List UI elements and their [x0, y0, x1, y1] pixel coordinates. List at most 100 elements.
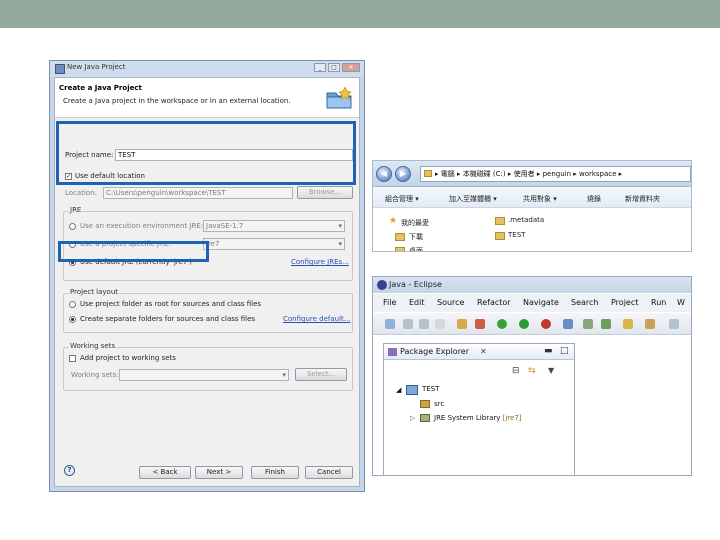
finish-button[interactable]: Finish: [251, 466, 299, 479]
menu-edit[interactable]: Edit: [409, 298, 425, 307]
menu-refactor[interactable]: Refactor: [477, 298, 511, 307]
java-project-icon: [406, 385, 418, 395]
window-controls: _ □ ✕: [314, 63, 360, 72]
save-all-icon[interactable]: [419, 319, 429, 329]
open-type-icon[interactable]: [623, 319, 633, 329]
wizard-description: Create a Java project in the workspace o…: [63, 97, 291, 105]
separate-folders-radio[interactable]: [69, 316, 76, 323]
favorites-item[interactable]: 下載: [409, 232, 423, 242]
link-with-editor-icon[interactable]: ⇆: [528, 366, 536, 376]
working-sets-group-title: Working sets: [69, 342, 117, 350]
save-icon[interactable]: [403, 319, 413, 329]
print-icon[interactable]: [435, 319, 445, 329]
single-folder-radio[interactable]: [69, 301, 76, 308]
folder-icon: [495, 232, 505, 240]
default-jre-highlight: [58, 241, 209, 262]
working-sets-select[interactable]: [119, 369, 289, 381]
project-layout-group: [63, 293, 353, 333]
package-explorer-tab[interactable]: Package Explorer ✕ ▬ □: [384, 344, 574, 360]
back-arrow-icon[interactable]: ◀: [376, 166, 392, 182]
back-button[interactable]: < Back: [139, 466, 191, 479]
jre-version-label: [jre7]: [502, 414, 522, 422]
minimize-view-icon[interactable]: ▬: [544, 346, 553, 356]
debug-run-icon[interactable]: [497, 319, 507, 329]
tree-expander-icon[interactable]: ◢: [396, 386, 401, 394]
burn-button[interactable]: 燒錄: [587, 194, 601, 204]
view-menu-icon[interactable]: ▼: [548, 366, 554, 375]
slide: New Java Project _ □ ✕ Create a Java Pro…: [0, 0, 720, 540]
new-java-project-icon[interactable]: [563, 319, 573, 329]
skip-icon[interactable]: [475, 319, 485, 329]
exec-env-select[interactable]: JavaSE-1.7: [203, 220, 345, 232]
share-with-menu[interactable]: 共用對象 ▾: [523, 194, 557, 204]
menu-run[interactable]: Run: [651, 298, 666, 307]
external-tools-icon[interactable]: [541, 319, 551, 329]
maximize-view-icon[interactable]: □: [560, 346, 569, 356]
eclipse-menubar: File Edit Source Refactor Navigate Searc…: [373, 294, 691, 312]
collapse-all-icon[interactable]: ⊟: [512, 366, 520, 376]
wizard-title: Create a Java Project: [59, 84, 142, 92]
location-label: Location:: [65, 189, 97, 197]
menu-window[interactable]: W: [677, 298, 685, 307]
debug-icon[interactable]: [457, 319, 467, 329]
project-specific-jre-select[interactable]: jre7: [203, 238, 345, 250]
wizard-header: Create a Java Project Create a Java proj…: [55, 78, 359, 118]
minimize-button[interactable]: _: [314, 63, 326, 72]
package-explorer-icon: [388, 348, 397, 356]
select-working-sets-button[interactable]: Select...: [295, 368, 347, 381]
project-layout-group-title: Project layout: [69, 288, 120, 296]
favorites-item[interactable]: 我的最愛: [401, 218, 429, 228]
package-explorer-view: Package Explorer ✕ ▬ □ ⊟ ⇆ ▼ ◢ TEST src …: [383, 343, 575, 475]
cancel-button[interactable]: Cancel: [305, 466, 353, 479]
separate-folders-label: Create separate folders for sources and …: [80, 315, 256, 323]
tree-item-jre-library[interactable]: JRE System Library [jre7]: [434, 414, 522, 422]
configure-default-link[interactable]: Configure default...: [283, 315, 350, 323]
exec-env-label: Use an execution environment JRE:: [80, 222, 204, 230]
new-folder-button[interactable]: 新增資料夾: [625, 194, 660, 204]
eclipse-toolbar: [373, 313, 691, 335]
new-class-icon[interactable]: [601, 319, 611, 329]
exec-env-radio[interactable]: [69, 223, 76, 230]
folder-icon: [495, 217, 505, 225]
add-to-working-sets-checkbox[interactable]: [69, 355, 76, 362]
menu-navigate[interactable]: Navigate: [523, 298, 559, 307]
search-icon[interactable]: [645, 319, 655, 329]
dialog-titlebar: New Java Project _ □ ✕: [50, 61, 364, 77]
close-button[interactable]: ✕: [342, 63, 360, 72]
menu-source[interactable]: Source: [437, 298, 464, 307]
eclipse-logo-icon: [377, 280, 387, 290]
tree-expander-icon[interactable]: ▷: [410, 414, 415, 422]
favorites-item[interactable]: 桌面: [409, 246, 423, 251]
package-explorer-title: Package Explorer: [400, 347, 470, 356]
file-item[interactable]: TEST: [508, 231, 525, 239]
tree-item-src[interactable]: src: [434, 400, 444, 408]
configure-jres-link[interactable]: Configure JREs...: [291, 258, 349, 266]
organize-menu[interactable]: 組合管理 ▾: [385, 194, 419, 204]
jre-group-title: JRE: [69, 206, 83, 214]
location-input[interactable]: C:\Users\penguin\workspace\TEST: [103, 187, 293, 199]
address-breadcrumb: ▸ 電腦 ▸ 本機磁碟 (C:) ▸ 使用者 ▸ penguin ▸ works…: [435, 170, 623, 178]
slide-top-bar: [0, 0, 720, 28]
menu-project[interactable]: Project: [611, 298, 638, 307]
new-icon[interactable]: [385, 319, 395, 329]
menu-file[interactable]: File: [383, 298, 396, 307]
next-button[interactable]: Next >: [195, 466, 243, 479]
run-icon[interactable]: [519, 319, 529, 329]
favorites-star-icon: ★: [389, 216, 398, 226]
help-icon[interactable]: ?: [64, 465, 75, 476]
next-annotation-icon[interactable]: [669, 319, 679, 329]
new-package-icon[interactable]: [583, 319, 593, 329]
close-icon[interactable]: ✕: [480, 347, 487, 356]
maximize-button[interactable]: □: [328, 63, 340, 72]
address-input[interactable]: ▸ 電腦 ▸ 本機磁碟 (C:) ▸ 使用者 ▸ penguin ▸ works…: [420, 166, 691, 182]
forward-arrow-icon[interactable]: ▶: [395, 166, 411, 182]
add-to-library-menu[interactable]: 加入至媒體櫃 ▾: [449, 194, 497, 204]
library-icon: [420, 414, 430, 422]
menu-search[interactable]: Search: [571, 298, 598, 307]
dialog-title: New Java Project: [67, 63, 126, 71]
browse-button[interactable]: Browse...: [297, 186, 353, 199]
tree-item-project[interactable]: TEST: [422, 385, 439, 393]
file-item[interactable]: .metadata: [508, 216, 544, 224]
new-project-folder-icon: [326, 86, 352, 109]
windows-explorer-window: ◀ ▶ ▸ 電腦 ▸ 本機磁碟 (C:) ▸ 使用者 ▸ penguin ▸ w…: [372, 160, 692, 252]
